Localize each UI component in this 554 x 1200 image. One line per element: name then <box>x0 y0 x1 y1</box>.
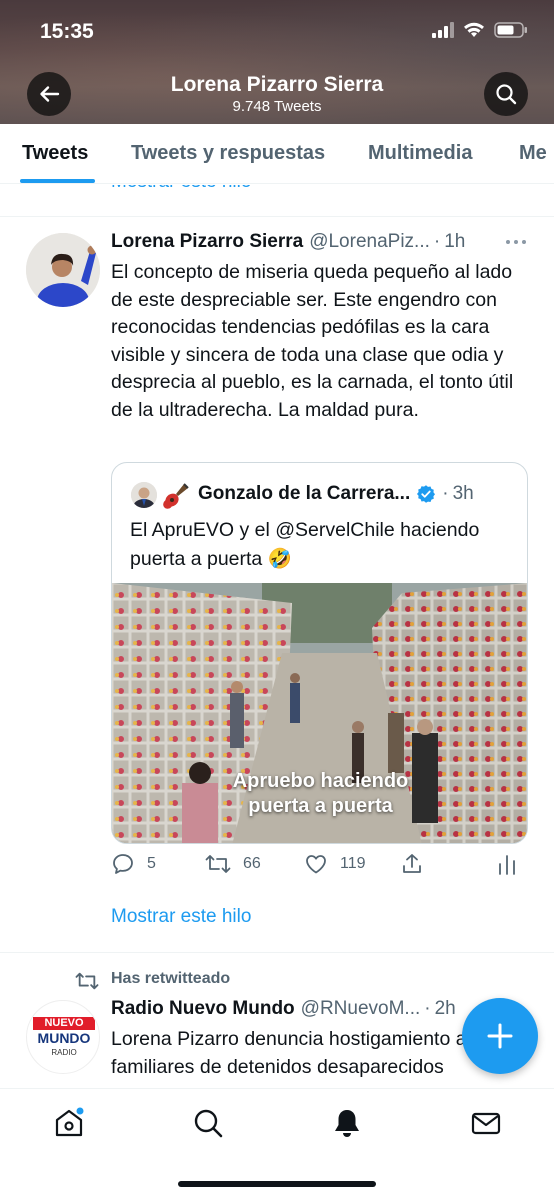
logo-line-3: RADIO <box>51 1048 77 1057</box>
tweet-time: 1h <box>444 231 466 252</box>
plus-icon <box>487 1023 513 1049</box>
retweet-text-clip: Lorena Pizarro denuncia hostigamiento a … <box>111 1026 481 1088</box>
search-button[interactable] <box>484 72 528 116</box>
retweet-count: 66 <box>243 855 261 872</box>
like-button[interactable]: 119 <box>304 852 366 876</box>
show-thread-link[interactable]: Mostrar este hilo <box>111 906 251 928</box>
reply-count: 5 <box>147 855 156 872</box>
avatar-image <box>26 233 100 307</box>
quote-avatar-image <box>131 482 157 508</box>
logo-line-1: NUEVO <box>33 1017 95 1030</box>
search-icon <box>496 84 517 105</box>
notifications-icon <box>335 1110 359 1137</box>
radio-avatar[interactable]: NUEVO MUNDO RADIO <box>26 1000 100 1074</box>
like-count: 119 <box>340 855 366 872</box>
battery-icon <box>494 22 527 38</box>
home-indicator <box>178 1181 376 1187</box>
messages-icon <box>471 1112 501 1135</box>
compose-tweet-button[interactable] <box>462 998 538 1074</box>
signal-icon <box>432 22 454 38</box>
tab-tweets[interactable]: Tweets <box>22 142 88 165</box>
search-icon <box>194 1109 223 1138</box>
heart-icon <box>306 855 326 874</box>
dot-separator: · <box>433 231 441 252</box>
quote-text: El ApruEVO y el @ServelChile haciendo pu… <box>130 519 480 570</box>
retweet-header: Radio Nuevo Mundo @RNuevoM... · 2h <box>111 998 471 1020</box>
nav-messages[interactable] <box>470 1107 502 1139</box>
analytics-icon <box>499 855 515 875</box>
guitar-emoji-icon <box>163 483 189 509</box>
profile-tabs: Tweets Tweets y respuestas Multimedia Me <box>0 124 554 184</box>
more-options-icon[interactable] <box>505 238 527 246</box>
tweet-count: 9.748 Tweets <box>232 98 322 115</box>
profile-header: 15:35 Lorena Pizarro Sierra 9.748 Tweets <box>0 0 554 124</box>
reply-icon <box>113 854 133 874</box>
tab-likes[interactable]: Me <box>519 142 547 165</box>
share-button[interactable] <box>400 852 424 876</box>
retweet-author-name[interactable]: Radio Nuevo Mundo <box>111 998 295 1020</box>
dot-separator: · <box>442 483 449 504</box>
profile-name: Lorena Pizarro Sierra <box>170 73 384 96</box>
divider <box>0 952 554 953</box>
quote-author-name: Gonzalo de la Carrera... <box>198 483 411 504</box>
active-tab-indicator <box>20 179 95 183</box>
status-time: 15:35 <box>40 20 94 43</box>
nav-home[interactable] <box>53 1107 85 1139</box>
wifi-icon <box>464 22 484 37</box>
quote-header: Gonzalo de la Carrera... · 3h <box>198 483 474 505</box>
share-icon <box>403 854 421 873</box>
divider <box>0 216 554 217</box>
dot-separator: · <box>424 998 431 1019</box>
quote-time: 3h <box>452 483 474 504</box>
image-caption: Apruebo haciendo puerta a puerta <box>232 770 409 817</box>
tweet-author-name[interactable]: Lorena Pizarro Sierra <box>111 231 303 253</box>
retweet-button[interactable]: 66 <box>205 852 261 876</box>
nav-search[interactable] <box>192 1107 224 1139</box>
tab-tweets-and-replies[interactable]: Tweets y respuestas <box>131 142 325 165</box>
retweet-handle: @RNuevoM... <box>300 998 421 1019</box>
prev-thread-clip: Mostrar este hilo <box>0 185 554 192</box>
retweet-time: 2h <box>434 998 456 1019</box>
tweet-handle: @LorenaPiz... <box>309 231 430 252</box>
tweet-text: El concepto de miseria queda pequeño al … <box>111 261 514 421</box>
analytics-button[interactable] <box>496 852 518 876</box>
status-icons <box>432 22 528 38</box>
retweet-context: Has retwitteado <box>111 970 231 987</box>
show-thread-link-previous[interactable]: Mostrar este hilo <box>111 185 251 192</box>
quote-avatar <box>131 482 157 508</box>
avatar[interactable] <box>26 233 100 307</box>
quoted-tweet[interactable]: Gonzalo de la Carrera... · 3h El ApruEVO… <box>111 462 528 844</box>
tab-media[interactable]: Multimedia <box>368 142 472 165</box>
reply-button[interactable]: 5 <box>111 852 156 876</box>
logo-line-2: MUNDO <box>37 1030 91 1046</box>
quote-media-image[interactable]: Apruebo haciendo puerta a puerta <box>112 583 527 843</box>
verified-badge-icon <box>417 485 436 503</box>
retweet-icon <box>205 855 231 873</box>
nav-notifications[interactable] <box>331 1107 363 1139</box>
retweet-text: Lorena Pizarro denuncia hostigamiento a … <box>111 1028 467 1078</box>
home-icon <box>55 1107 84 1137</box>
retweeted-indicator-icon <box>75 972 99 990</box>
tweet-header: Lorena Pizarro Sierra @LorenaPiz... · 1h <box>111 231 465 253</box>
